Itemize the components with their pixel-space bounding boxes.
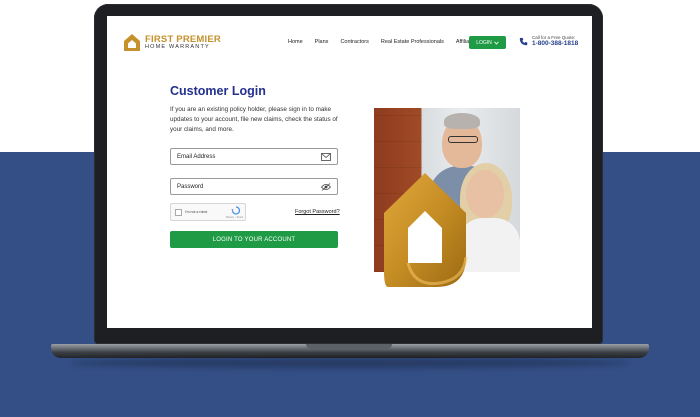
brand-tagline: HOME WARRANTY — [145, 44, 210, 50]
main-nav: Home Plans Contractors Real Estate Profe… — [288, 39, 489, 45]
recaptcha-label: I'm not a robot — [185, 210, 208, 214]
laptop-base-notch — [306, 344, 392, 349]
house-logo-icon — [124, 34, 140, 51]
login-intro-text: If you are an existing policy holder, pl… — [170, 106, 338, 133]
nav-item-plans[interactable]: Plans — [315, 39, 329, 45]
man-hair — [444, 113, 480, 129]
login-submit-button[interactable]: LOGIN TO YOUR ACCOUNT — [170, 231, 338, 248]
laptop-screen: FIRST PREMIER HOME WARRANTY Home Plans C… — [107, 16, 592, 328]
nav-item-real-estate[interactable]: Real Estate Professionals — [381, 39, 444, 45]
recaptcha-widget: I'm not a robot Privacy - Terms — [170, 203, 246, 221]
recaptcha-terms: Privacy - Terms — [226, 216, 244, 219]
laptop-shadow — [70, 358, 630, 368]
chevron-down-icon — [493, 41, 499, 45]
phone-number: 1-800-388-1818 — [532, 40, 579, 48]
brand-name: FIRST PREMIER — [145, 33, 221, 45]
man-glasses — [448, 136, 478, 143]
recaptcha-logo-icon — [231, 206, 241, 215]
woman-face — [466, 170, 504, 218]
recaptcha-checkbox[interactable] — [175, 209, 182, 216]
header-login-button[interactable]: LOGIN — [469, 36, 506, 49]
nav-item-contractors[interactable]: Contractors — [340, 39, 368, 45]
header-login-label: LOGIN — [476, 39, 492, 46]
contact-phone[interactable]: Call for a Free Quote: 1-800-388-1818 — [519, 35, 578, 48]
envelope-icon — [321, 152, 331, 161]
phone-icon — [519, 37, 528, 46]
password-field[interactable]: Password — [170, 178, 338, 195]
brand-logo[interactable]: FIRST PREMIER HOME WARRANTY — [123, 33, 221, 52]
email-placeholder: Email Address — [177, 153, 216, 160]
forgot-password-link[interactable]: Forgot Password? — [295, 209, 340, 215]
nav-item-home[interactable]: Home — [288, 39, 303, 45]
email-field[interactable]: Email Address — [170, 148, 338, 165]
gold-house-emblem — [384, 173, 468, 287]
page-title: Customer Login — [170, 84, 266, 98]
eye-icon[interactable] — [321, 182, 331, 191]
password-placeholder: Password — [177, 183, 204, 190]
